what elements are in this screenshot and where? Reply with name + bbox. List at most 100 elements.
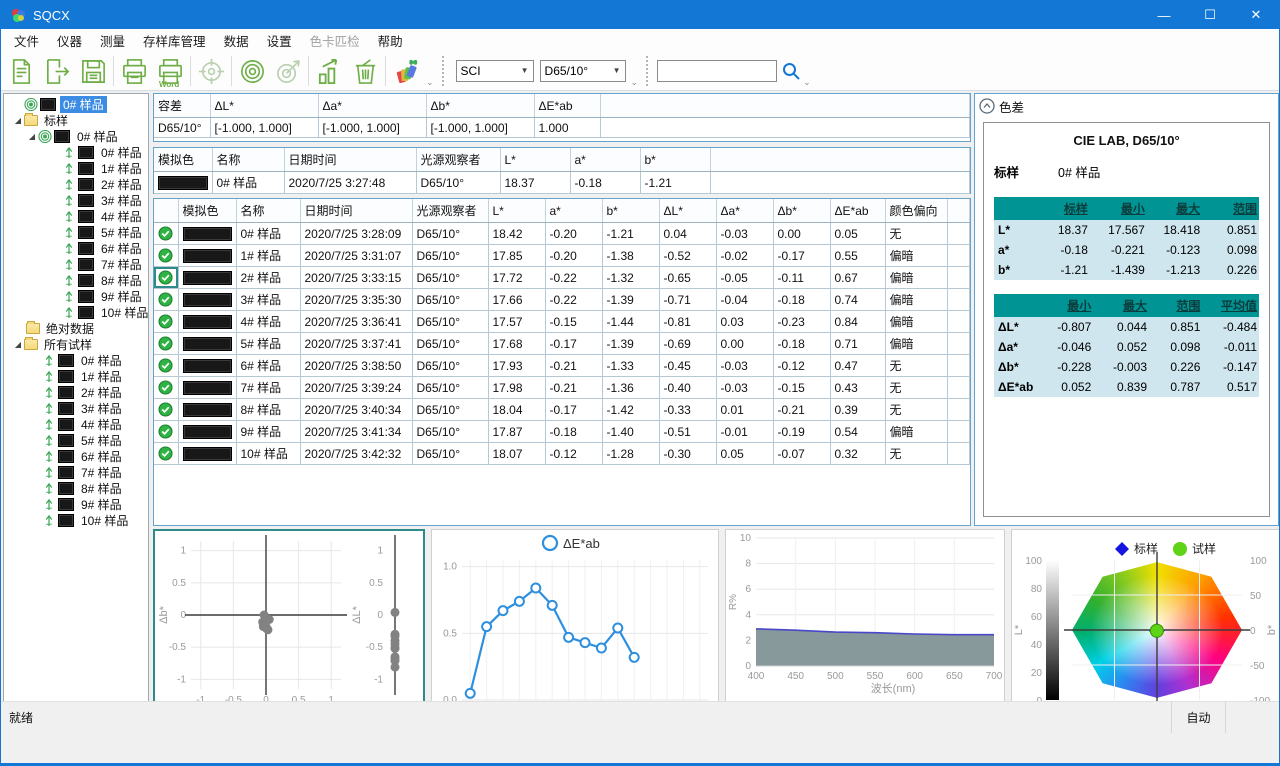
sample-row-7[interactable]: 7# 样品2020/7/25 3:39:24D65/10°17.98-0.21-…	[154, 377, 970, 399]
tree-item-11[interactable]: 8# 样品	[4, 272, 148, 288]
sample-row-0[interactable]: 0# 样品2020/7/25 3:28:09D65/10°18.42-0.20-…	[154, 223, 970, 245]
menu-item-1[interactable]: 仪器	[48, 28, 91, 53]
menu-item-5[interactable]: 设置	[258, 28, 301, 53]
tree-item-23[interactable]: 7# 样品	[4, 464, 148, 480]
lab-gamut-chart[interactable]: 标样试样100806040200L*100500-50-100b*-100-50…	[1011, 529, 1280, 729]
sample-cell: -0.15	[773, 377, 830, 399]
sample-row-9[interactable]: 9# 样品2020/7/25 3:41:34D65/10°17.87-0.18-…	[154, 421, 970, 443]
sample-row-1[interactable]: 1# 样品2020/7/25 3:31:07D65/10°17.85-0.20-…	[154, 245, 970, 267]
sample-row-8[interactable]: 8# 样品2020/7/25 3:40:34D65/10°18.04-0.17-…	[154, 399, 970, 421]
sample-row-5[interactable]: 5# 样品2020/7/25 3:37:41D65/10°17.68-0.17-…	[154, 333, 970, 355]
print-button[interactable]	[116, 54, 152, 90]
svg-text:ΔL*: ΔL*	[351, 605, 363, 623]
tree-item-6[interactable]: 3# 样品	[4, 192, 148, 208]
standard-row[interactable]: 0# 样品2020/7/25 3:27:48D65/10°18.37-0.18-…	[154, 172, 970, 194]
report-chart-button[interactable]	[311, 54, 347, 90]
tree-item-8[interactable]: 5# 样品	[4, 224, 148, 240]
print-word-button[interactable]: Word	[152, 54, 188, 90]
tree-item-24[interactable]: 8# 样品	[4, 480, 148, 496]
measure-sample-button[interactable]	[270, 54, 306, 90]
toolbar-overflow-icon[interactable]: ⌄	[629, 77, 641, 90]
tree-item-1[interactable]: ◢标样	[4, 112, 148, 128]
sample-table-header[interactable]: a*	[545, 199, 602, 223]
search-input[interactable]	[657, 60, 777, 82]
toolbar-overflow-icon[interactable]: ⌄	[424, 77, 436, 90]
sample-table-header[interactable]: Δb*	[773, 199, 830, 223]
sample-table-header[interactable]: 光源观察者	[412, 199, 488, 223]
tree-item-21[interactable]: 5# 样品	[4, 432, 148, 448]
menu-item-6[interactable]: 色卡匹检	[301, 28, 369, 53]
tree-item-10[interactable]: 7# 样品	[4, 256, 148, 272]
sample-table-header[interactable]: Δa*	[716, 199, 773, 223]
tree-expander-icon[interactable]: ◢	[12, 340, 24, 349]
save-button[interactable]	[75, 54, 111, 90]
tree-item-9[interactable]: 6# 样品	[4, 240, 148, 256]
sample-row-4[interactable]: 4# 样品2020/7/25 3:36:41D65/10°17.57-0.15-…	[154, 311, 970, 333]
color-card-search-button[interactable]	[388, 54, 424, 90]
sample-table-header[interactable]: L*	[488, 199, 545, 223]
spectral-reflectance-chart[interactable]: 0246810400450500550600650700波长(nm)R%	[725, 529, 1005, 729]
sample-row-6[interactable]: 6# 样品2020/7/25 3:38:50D65/10°17.93-0.21-…	[154, 355, 970, 377]
tree-item-26[interactable]: 10# 样品	[4, 512, 148, 528]
tree-item-13[interactable]: 10# 样品	[4, 304, 148, 320]
menu-item-2[interactable]: 测量	[91, 28, 134, 53]
tree-item-17[interactable]: 1# 样品	[4, 368, 148, 384]
sample-table-header[interactable]: 模拟色	[178, 199, 236, 223]
tree-expander-icon[interactable]: ◢	[12, 116, 24, 125]
tree-item-5[interactable]: 2# 样品	[4, 176, 148, 192]
tree-item-19[interactable]: 3# 样品	[4, 400, 148, 416]
tree-item-4[interactable]: 1# 样品	[4, 160, 148, 176]
tree-item-25[interactable]: 9# 样品	[4, 496, 148, 512]
close-button[interactable]: ✕	[1233, 1, 1279, 29]
delta-stats-cell: -0.147	[1202, 357, 1259, 377]
sample-table-header[interactable]: 名称	[236, 199, 300, 223]
menu-item-0[interactable]: 文件	[5, 28, 48, 53]
sample-cell: 0.00	[773, 223, 830, 245]
tree-item-16[interactable]: 0# 样品	[4, 352, 148, 368]
collapse-icon[interactable]	[979, 98, 995, 114]
sample-table-header[interactable]	[154, 199, 178, 223]
sample-cell: 5# 样品	[236, 333, 300, 355]
delta-e-line-chart[interactable]: 1234567891011121314150.00.51.0ΔE*ab	[431, 529, 719, 729]
tree-item-2[interactable]: ◢0# 样品	[4, 128, 148, 144]
sample-table-header[interactable]: ΔE*ab	[830, 199, 885, 223]
locate-button[interactable]	[193, 54, 229, 90]
tree-item-18[interactable]: 2# 样品	[4, 384, 148, 400]
measure-standard-button[interactable]	[234, 54, 270, 90]
tree-item-12[interactable]: 9# 样品	[4, 288, 148, 304]
tree-item-22[interactable]: 6# 样品	[4, 448, 148, 464]
sci-combobox[interactable]: SCI ▼	[456, 60, 534, 82]
export-button[interactable]	[39, 54, 75, 90]
minimize-button[interactable]: —	[1141, 1, 1187, 29]
menu-item-4[interactable]: 数据	[215, 28, 258, 53]
menu-item-7[interactable]: 帮助	[369, 28, 412, 53]
sample-cell: 无	[885, 443, 947, 465]
search-icon[interactable]	[781, 61, 801, 81]
sample-row-3[interactable]: 3# 样品2020/7/25 3:35:30D65/10°17.66-0.22-…	[154, 289, 970, 311]
auto-mode-cell[interactable]: 自动	[1171, 702, 1225, 733]
tree-item-3[interactable]: 0# 样品	[4, 144, 148, 160]
sample-table-header[interactable]: ΔL*	[659, 199, 716, 223]
tree-item-14[interactable]: 绝对数据	[4, 320, 148, 336]
tree-expander-icon[interactable]: ◢	[26, 132, 38, 141]
sample-table-header[interactable]	[947, 199, 970, 223]
menu-item-3[interactable]: 存样库管理	[134, 28, 215, 53]
sample-cell: 无	[885, 399, 947, 421]
tree-item-15[interactable]: ◢所有试样	[4, 336, 148, 352]
sample-table-header[interactable]: b*	[602, 199, 659, 223]
tolerance-row[interactable]: D65/10°[-1.000, 1.000][-1.000, 1.000][-1…	[154, 118, 970, 138]
sample-table-header[interactable]: 颜色偏向	[885, 199, 947, 223]
tree-item-7[interactable]: 4# 样品	[4, 208, 148, 224]
new-document-button[interactable]	[3, 54, 39, 90]
tree-item-0[interactable]: 0# 样品	[4, 96, 148, 112]
maximize-button[interactable]: ☐	[1187, 1, 1233, 29]
illuminant-combobox[interactable]: D65/10° ▼	[540, 60, 626, 82]
delta-ab-scatter-chart[interactable]: -1-0.500.51-1-0.500.51Δa*Δb*-1-0.500.51Δ…	[153, 529, 425, 729]
toolbar-overflow-icon[interactable]: ⌄	[801, 77, 813, 90]
sample-table-header[interactable]: 日期时间	[300, 199, 412, 223]
sample-cell: 2020/7/25 3:38:50	[300, 355, 412, 377]
tree-item-20[interactable]: 4# 样品	[4, 416, 148, 432]
sample-row-2[interactable]: 2# 样品2020/7/25 3:33:15D65/10°17.72-0.22-…	[154, 267, 970, 289]
delete-button[interactable]	[347, 54, 383, 90]
sample-row-10[interactable]: 10# 样品2020/7/25 3:42:32D65/10°18.07-0.12…	[154, 443, 970, 465]
